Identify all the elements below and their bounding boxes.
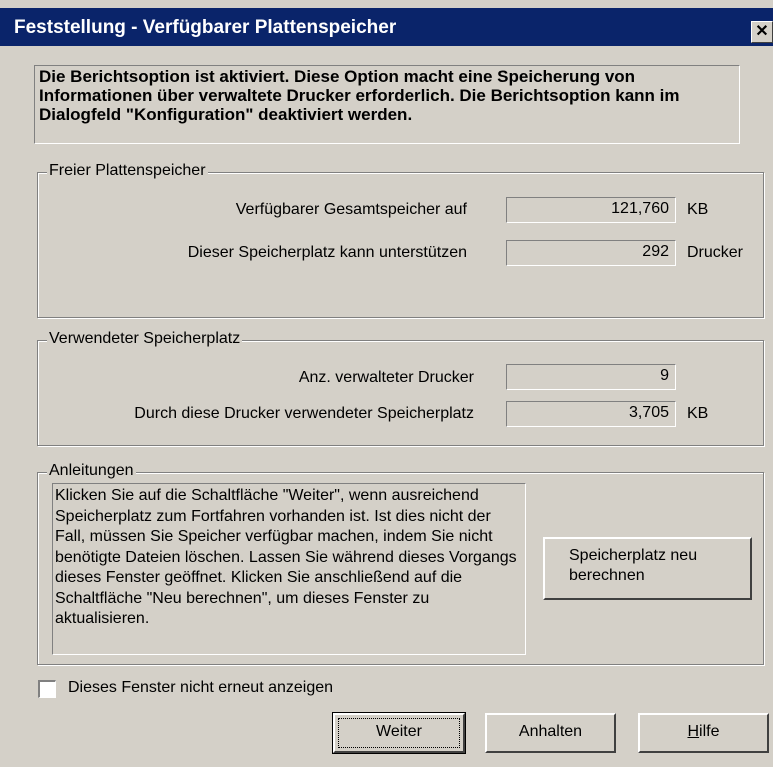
continue-button[interactable]: Weiter [332, 712, 466, 754]
stop-button[interactable]: Anhalten [485, 713, 616, 753]
dont-show-again-checkbox[interactable] [38, 680, 56, 698]
title-bar[interactable]: Feststellung - Verfügbarer Plattenspeich… [0, 8, 773, 46]
help-mnemonic: H [687, 723, 700, 740]
dont-show-again-label[interactable]: Dieses Fenster nicht erneut anzeigen [68, 679, 333, 697]
used-space-label: Durch diese Drucker verwendeter Speicher… [134, 405, 474, 422]
supported-printers-field: 292 [506, 240, 676, 266]
instructions-text: Klicken Sie auf die Schaltfläche "Weiter… [52, 483, 526, 655]
supported-printers-unit: Drucker [687, 244, 744, 261]
managed-printers-field: 9 [506, 364, 676, 390]
total-space-label: Verfügbarer Gesamtspeicher auf [235, 201, 467, 218]
close-icon: ✕ [755, 23, 769, 40]
supported-printers-label: Dieser Speicherplatz kann unterstützen [187, 244, 467, 261]
total-space-unit: KB [687, 201, 709, 218]
instructions-legend: Anleitungen [47, 462, 136, 480]
dialog-window: Feststellung - Verfügbarer Plattenspeich… [0, 0, 773, 767]
free-space-legend: Freier Plattenspeicher [47, 162, 208, 180]
stop-button-label: Anhalten [518, 723, 583, 740]
used-space-field: 3,705 [506, 401, 676, 427]
used-space-unit: KB [687, 405, 709, 422]
continue-button-label: Weiter [376, 723, 422, 740]
recalculate-button[interactable]: Speicherplatz neu berechnen [543, 537, 752, 600]
report-option-notice: Die Berichtsoption ist aktiviert. Diese … [34, 65, 740, 144]
used-space-legend: Verwendeter Speicherplatz [47, 330, 243, 348]
recalculate-button-line2: berechnen [569, 567, 645, 584]
help-button-label: Hilfe [687, 723, 719, 740]
window-title: Feststellung - Verfügbarer Plattenspeich… [14, 17, 397, 38]
close-button[interactable]: ✕ [751, 21, 773, 43]
total-space-field: 121,760 [506, 197, 676, 223]
help-button[interactable]: Hilfe [638, 713, 769, 753]
recalculate-button-line1: Speicherplatz neu [569, 547, 698, 564]
managed-printers-label: Anz. verwalteter Drucker [298, 369, 474, 386]
used-space-group [37, 340, 764, 446]
help-button-rest: ilfe [699, 723, 720, 740]
